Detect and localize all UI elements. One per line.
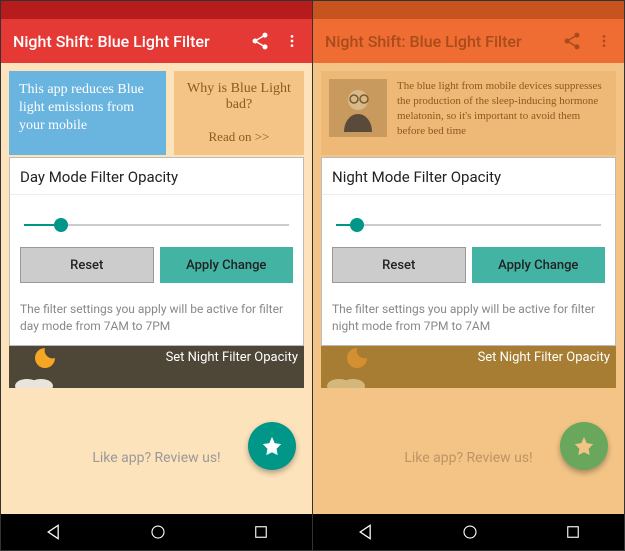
app-bar: Night Shift: Blue Light Filter [1,19,312,63]
apply-change-button[interactable]: Apply Change [472,247,606,283]
moon-icon [33,346,57,370]
info-card-person: The blue light from mobile devices suppr… [321,71,616,155]
app-title: Night Shift: Blue Light Filter [13,32,236,51]
slider-thumb[interactable] [54,218,68,232]
nav-back-icon[interactable] [356,522,376,542]
reset-button[interactable]: Reset [332,247,466,283]
card-header: Day Mode Filter Opacity [10,158,303,195]
info-text: The blue light from mobile devices suppr… [397,79,608,147]
opacity-slider[interactable] [336,215,601,235]
apply-change-button[interactable]: Apply Change [160,247,294,283]
opacity-card: Night Mode Filter Opacity Reset Apply Ch… [321,157,616,346]
nav-recent-icon[interactable] [252,523,270,541]
night-bar-label: Set Night Filter Opacity [478,350,610,365]
app-bar: Night Shift: Blue Light Filter [313,19,624,63]
overflow-menu-icon[interactable] [284,31,300,51]
nav-home-icon[interactable] [149,523,167,541]
fab-star-button[interactable] [560,422,608,470]
status-bar [313,1,624,19]
info-question: Why is Blue Light bad? [182,81,296,113]
star-icon [261,435,283,457]
share-icon[interactable] [562,31,582,51]
card-footer-text: The filter settings you apply will be ac… [10,293,303,345]
app-title: Night Shift: Blue Light Filter [325,32,548,51]
info-card-blue: This app reduces Blue light emissions fr… [9,71,166,155]
reset-button[interactable]: Reset [20,247,154,283]
night-bar-label: Set Night Filter Opacity [166,350,298,365]
cloud-icon [13,372,55,388]
nav-home-icon[interactable] [461,523,479,541]
set-night-filter-bar[interactable]: Set Night Filter Opacity [321,346,616,388]
avatar [329,79,387,137]
read-on-link[interactable]: Read on >> [182,129,296,145]
overflow-menu-icon[interactable] [596,31,612,51]
nav-bar [1,514,312,550]
info-card-orange[interactable]: Why is Blue Light bad? Read on >> [174,71,304,155]
set-night-filter-bar[interactable]: Set Night Filter Opacity [9,346,304,388]
nav-back-icon[interactable] [44,522,64,542]
moon-icon [345,346,369,370]
nav-recent-icon[interactable] [564,523,582,541]
slider-thumb[interactable] [350,218,364,232]
opacity-card: Day Mode Filter Opacity Reset Apply Chan… [9,157,304,346]
fab-star-button[interactable] [248,422,296,470]
share-icon[interactable] [250,31,270,51]
card-footer-text: The filter settings you apply will be ac… [322,293,615,345]
nav-bar [313,514,624,550]
star-icon [573,435,595,457]
card-header: Night Mode Filter Opacity [322,158,615,195]
status-bar [1,1,312,19]
cloud-icon [325,372,367,388]
opacity-slider[interactable] [24,215,289,235]
